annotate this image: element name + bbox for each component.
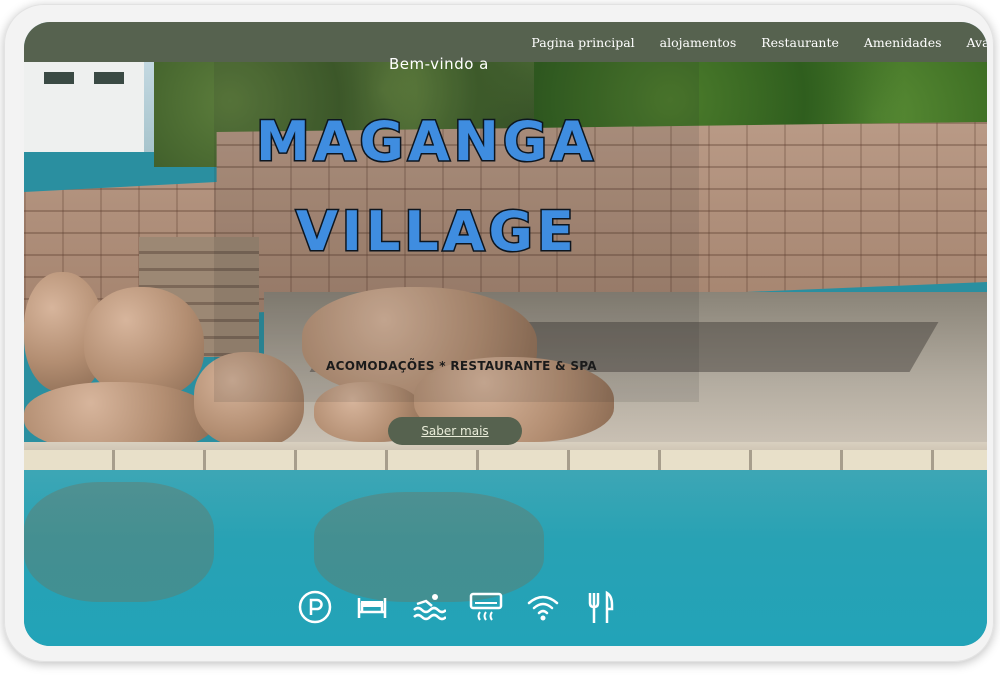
welcome-text: Bem-vindo a — [389, 55, 489, 73]
learn-more-button[interactable]: Saber mais — [388, 417, 522, 445]
parking-icon — [296, 590, 334, 624]
restaurant-icon — [581, 590, 619, 624]
nav-link-amenities[interactable]: Amenidades — [864, 35, 942, 50]
wifi-icon — [524, 590, 562, 624]
hero-tagline: ACOMODAÇÕES * RESTAURANTE & SPA — [326, 359, 597, 373]
pool-icon — [410, 590, 448, 624]
hero-title-line2: VILLAGE — [295, 199, 578, 265]
amenities-icon-row — [296, 590, 619, 624]
bed-icon — [353, 590, 391, 624]
rock-image — [84, 287, 204, 397]
nav-link-reviews[interactable]: Avaliaç — [967, 35, 987, 50]
device-frame: Pagina principal alojamentos Restaurante… — [4, 4, 994, 662]
hero-title-line1: MAGANGA — [255, 109, 597, 175]
nav-link-restaurant[interactable]: Restaurante — [761, 35, 839, 50]
air-conditioning-icon — [467, 590, 505, 624]
pool-reflection — [24, 482, 214, 602]
nav-link-accommodations[interactable]: alojamentos — [660, 35, 737, 50]
nav-link-home[interactable]: Pagina principal — [531, 35, 634, 50]
pool-edge — [24, 450, 987, 472]
pool-reflection — [314, 492, 544, 602]
building-image — [24, 52, 144, 152]
top-navbar: Pagina principal alojamentos Restaurante… — [24, 22, 987, 62]
hero-screen: Pagina principal alojamentos Restaurante… — [24, 22, 987, 646]
